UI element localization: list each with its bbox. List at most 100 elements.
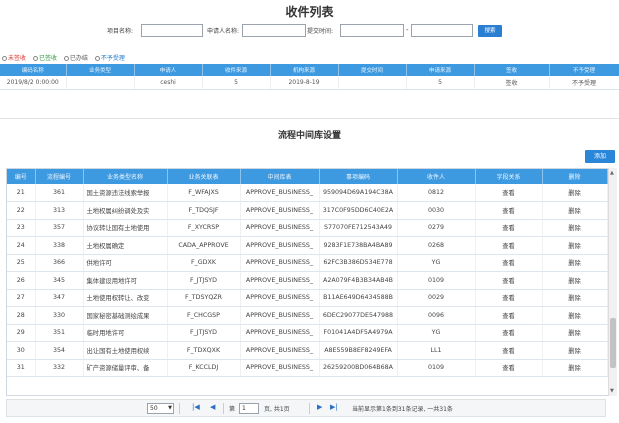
table-row[interactable]: 2019/8/2 0:00:00 ceshi 5 2019-8-19 5 签收 … bbox=[0, 76, 619, 90]
applicant-name-input[interactable] bbox=[242, 24, 306, 37]
table-row[interactable]: 21 361 国土资源违法线索举报 F_WFAJXS APPROVE_BUSIN… bbox=[7, 184, 608, 202]
view-link[interactable]: 查看 bbox=[475, 341, 543, 360]
view-link[interactable]: 查看 bbox=[475, 271, 543, 290]
cell-business-type: 出让国有土地使用权续 bbox=[83, 341, 168, 360]
scroll-down-icon[interactable]: ▼ bbox=[610, 388, 614, 394]
column-header[interactable]: 签收 bbox=[474, 64, 550, 76]
column-header[interactable]: 字段关系 bbox=[475, 169, 543, 184]
view-link[interactable]: 查看 bbox=[475, 184, 543, 202]
column-header[interactable]: 收件人 bbox=[397, 169, 476, 184]
legend-item-finished[interactable]: 已办结 bbox=[63, 53, 88, 62]
cell-business-table: CADA_APPROVE bbox=[167, 236, 241, 255]
cell-business-type: 协议转让国有土地使用 bbox=[83, 219, 168, 237]
cell-applicant: ceshi bbox=[134, 76, 203, 90]
table-row[interactable]: 25 366 供地许可 F_GDXK APPROVE_BUSINESS_ 62F… bbox=[7, 254, 608, 272]
submit-time-end-input[interactable] bbox=[411, 24, 473, 37]
delete-link[interactable]: 删除 bbox=[542, 236, 608, 255]
legend-item-unsigned[interactable]: 未签收 bbox=[2, 53, 26, 62]
view-link[interactable]: 查看 bbox=[475, 201, 543, 220]
column-header[interactable]: 业务类型 bbox=[66, 64, 135, 76]
delete-link[interactable]: 删除 bbox=[542, 184, 608, 202]
delete-link[interactable]: 删除 bbox=[542, 254, 608, 272]
column-header[interactable]: 申请人 bbox=[134, 64, 203, 76]
vertical-scrollbar[interactable]: ▲ ▼ bbox=[608, 168, 617, 396]
reject-link[interactable]: 不予受理 bbox=[549, 76, 619, 90]
legend-label: 未签收 bbox=[8, 55, 27, 62]
process-grid: 编号 流程编号 业务类型名称 业务关联表 中间库表 事项编码 收件人 字段关系 … bbox=[7, 169, 608, 377]
view-link[interactable]: 查看 bbox=[475, 236, 543, 255]
view-link[interactable]: 查看 bbox=[475, 359, 543, 377]
page-number-input[interactable]: 1 bbox=[239, 403, 259, 414]
page-size-select[interactable]: 50 ▼ bbox=[147, 403, 174, 414]
legend-item-rejected[interactable]: 不予受理 bbox=[94, 53, 125, 62]
cell-item-code: 959094D69A194C38A bbox=[319, 184, 398, 202]
table-row[interactable]: 30 354 出让国有土地使用权续 F_TDXQXK APPROVE_BUSIN… bbox=[7, 341, 608, 360]
column-header[interactable]: 业务类型名称 bbox=[83, 169, 168, 184]
add-button[interactable]: 添加 bbox=[585, 150, 615, 163]
cell-id: 29 bbox=[7, 324, 36, 342]
cell-id: 30 bbox=[7, 341, 36, 360]
scrollbar-thumb[interactable] bbox=[610, 318, 616, 368]
chevron-down-icon: ▼ bbox=[168, 405, 172, 411]
cell-business-table: F_TDQSJF bbox=[167, 201, 241, 220]
table-row[interactable]: 28 330 国家秘密基础测绘成果 F_CHCGSP APPROVE_BUSIN… bbox=[7, 306, 608, 325]
column-header[interactable]: 编码名称 bbox=[0, 64, 67, 76]
radio-icon bbox=[2, 56, 7, 61]
cell-process-id: 313 bbox=[35, 201, 84, 220]
view-link[interactable]: 查看 bbox=[475, 254, 543, 272]
cell-middle-table: APPROVE_BUSINESS_ bbox=[240, 341, 320, 360]
cell-middle-table: APPROVE_BUSINESS_ bbox=[240, 219, 320, 237]
table-row[interactable]: 31 332 矿产资源储量评审、备 F_KCCLDJ APPROVE_BUSIN… bbox=[7, 359, 608, 377]
next-page-icon[interactable]: ▶ bbox=[317, 403, 322, 411]
delete-link[interactable]: 删除 bbox=[542, 201, 608, 220]
column-header[interactable]: 提交时间 bbox=[338, 64, 407, 76]
prev-page-icon[interactable]: ◀ bbox=[210, 403, 215, 411]
view-link[interactable]: 查看 bbox=[475, 324, 543, 342]
cell-middle-table: APPROVE_BUSINESS_ bbox=[240, 254, 320, 272]
view-link[interactable]: 查看 bbox=[475, 306, 543, 325]
table-row[interactable]: 22 313 土地权属纠纷调处及实 F_TDQSJF APPROVE_BUSIN… bbox=[7, 201, 608, 220]
pager-divider bbox=[309, 403, 310, 414]
pager-summary: 当前显示第1条到31条记录, 一共31条 bbox=[352, 406, 453, 413]
last-page-icon[interactable]: ▶| bbox=[330, 403, 338, 411]
cell-id: 27 bbox=[7, 289, 36, 307]
delete-link[interactable]: 删除 bbox=[542, 341, 608, 360]
column-header[interactable]: 不予受理 bbox=[549, 64, 619, 76]
column-header[interactable]: 申请来源 bbox=[406, 64, 475, 76]
table-row[interactable]: 24 338 土地权属确定 CADA_APPROVE APPROVE_BUSIN… bbox=[7, 236, 608, 255]
cell-process-id: 361 bbox=[35, 184, 84, 202]
delete-link[interactable]: 删除 bbox=[542, 271, 608, 290]
column-header[interactable]: 中间库表 bbox=[240, 169, 320, 184]
receipt-table: 编码名称 业务类型 申请人 收件来源 机构来源 提交时间 申请来源 签收 不予受… bbox=[0, 64, 619, 90]
delete-link[interactable]: 删除 bbox=[542, 289, 608, 307]
table-row[interactable]: 29 351 临时用地许可 F_JTJSYD APPROVE_BUSINESS_… bbox=[7, 324, 608, 342]
scroll-up-icon[interactable]: ▲ bbox=[610, 170, 614, 176]
sign-link[interactable]: 签收 bbox=[474, 76, 550, 90]
cell-business-table: F_KCCLDJ bbox=[167, 359, 241, 377]
delete-link[interactable]: 删除 bbox=[542, 306, 608, 325]
table-row[interactable]: 23 357 协议转让国有土地使用 F_XYCRSP APPROVE_BUSIN… bbox=[7, 219, 608, 237]
column-header[interactable]: 业务关联表 bbox=[167, 169, 241, 184]
delete-link[interactable]: 删除 bbox=[542, 219, 608, 237]
column-header[interactable]: 收件来源 bbox=[202, 64, 271, 76]
legend-item-signed[interactable]: 已签收 bbox=[32, 53, 57, 62]
cell-business-table: F_CHCGSP bbox=[167, 306, 241, 325]
column-header[interactable]: 事项编码 bbox=[319, 169, 398, 184]
cell-id: 26 bbox=[7, 271, 36, 290]
view-link[interactable]: 查看 bbox=[475, 289, 543, 307]
table-row[interactable]: 27 347 土地使用权转让、改变 F_TDSYQZR APPROVE_BUSI… bbox=[7, 289, 608, 307]
column-header[interactable]: 删除 bbox=[542, 169, 608, 184]
cell-business-type: 国土资源违法线索举报 bbox=[83, 184, 168, 202]
cell-business-type: 土地权属纠纷调处及实 bbox=[83, 201, 168, 220]
view-link[interactable]: 查看 bbox=[475, 219, 543, 237]
column-header[interactable]: 流程编号 bbox=[35, 169, 84, 184]
column-header[interactable]: 编号 bbox=[7, 169, 36, 184]
search-button[interactable]: 搜索 bbox=[478, 25, 502, 37]
delete-link[interactable]: 删除 bbox=[542, 359, 608, 377]
first-page-icon[interactable]: |◀ bbox=[192, 403, 200, 411]
submit-time-start-input[interactable] bbox=[340, 24, 404, 37]
table-row[interactable]: 26 345 集体建设用地许可 F_JTJSYD APPROVE_BUSINES… bbox=[7, 271, 608, 290]
column-header[interactable]: 机构来源 bbox=[270, 64, 339, 76]
delete-link[interactable]: 删除 bbox=[542, 324, 608, 342]
project-name-input[interactable] bbox=[141, 24, 203, 37]
